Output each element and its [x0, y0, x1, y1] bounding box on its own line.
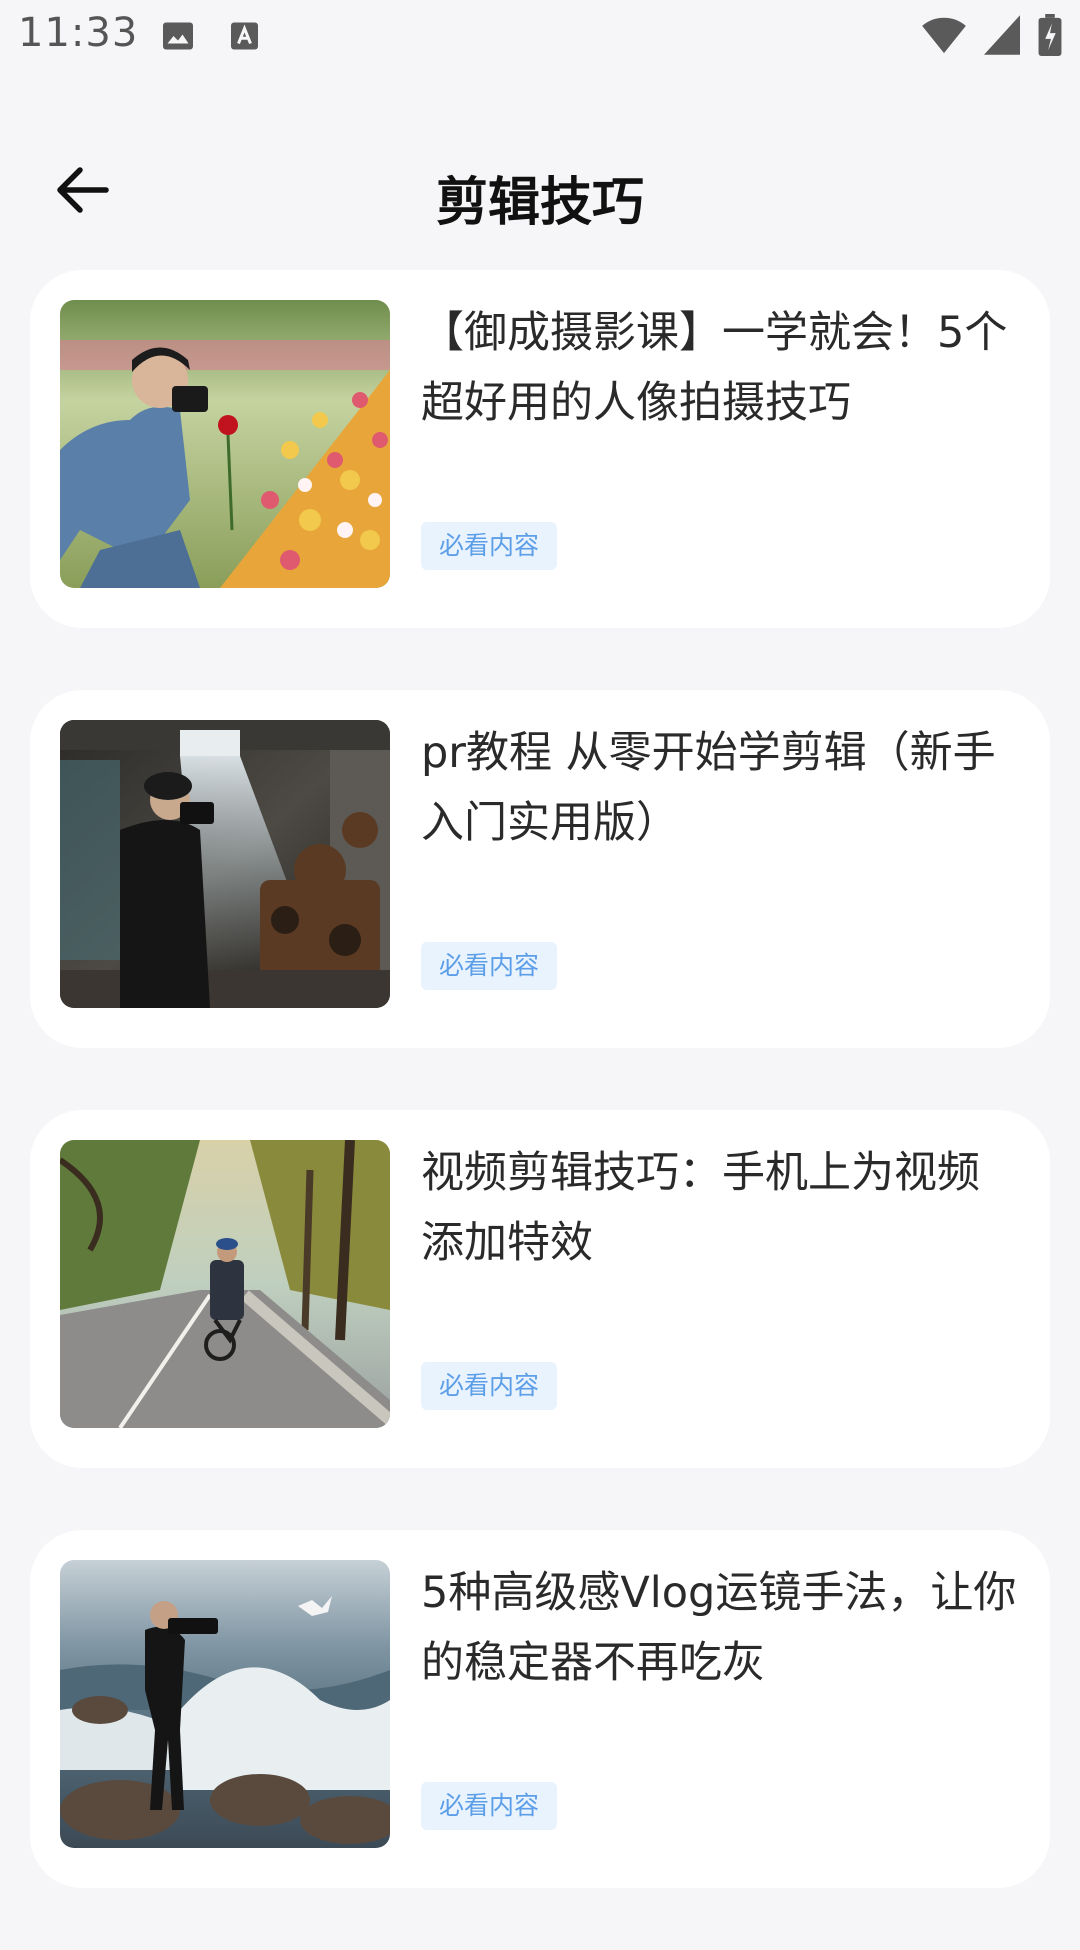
article-card[interactable]: pr教程 从零开始学剪辑（新手入门实用版） 必看内容 [30, 690, 1050, 1048]
battery-icon [1038, 14, 1062, 60]
signal-icon [984, 15, 1020, 59]
article-title: 5种高级感Vlog运镜手法，让你的稳定器不再吃灰 [421, 1568, 1017, 1688]
article-title: 视频剪辑技巧：手机上为视频添加特效 [421, 1148, 980, 1268]
page-title: 剪辑技巧 [435, 173, 644, 233]
article-tag: 必看内容 [421, 1362, 558, 1410]
header: 剪辑技巧 [0, 140, 1080, 250]
article-thumbnail [60, 720, 390, 1008]
status-time: 11:33 [18, 10, 139, 56]
article-thumbnail [60, 1140, 390, 1428]
article-title: pr教程 从零开始学剪辑（新手入门实用版） [421, 728, 996, 848]
article-tag: 必看内容 [421, 942, 558, 990]
article-card[interactable]: 【御成摄影课】一学就会！5个超好用的人像拍摄技巧 必看内容 [30, 270, 1050, 628]
font-icon [228, 18, 264, 58]
article-tag: 必看内容 [421, 522, 558, 570]
article-card[interactable]: 视频剪辑技巧：手机上为视频添加特效 必看内容 [30, 1110, 1050, 1468]
article-thumbnail [60, 300, 390, 588]
article-title: 【御成摄影课】一学就会！5个超好用的人像拍摄技巧 [421, 308, 1008, 428]
article-thumbnail [60, 1560, 390, 1848]
article-tag: 必看内容 [421, 1782, 558, 1830]
wifi-icon [922, 15, 966, 59]
article-card[interactable]: 5种高级感Vlog运镜手法，让你的稳定器不再吃灰 必看内容 [30, 1530, 1050, 1888]
article-list: 【御成摄影课】一学就会！5个超好用的人像拍摄技巧 必看内容 pr教程 从零开始学… [30, 270, 1050, 1950]
status-bar: 11:33 [0, 0, 1080, 76]
image-icon [160, 18, 196, 58]
